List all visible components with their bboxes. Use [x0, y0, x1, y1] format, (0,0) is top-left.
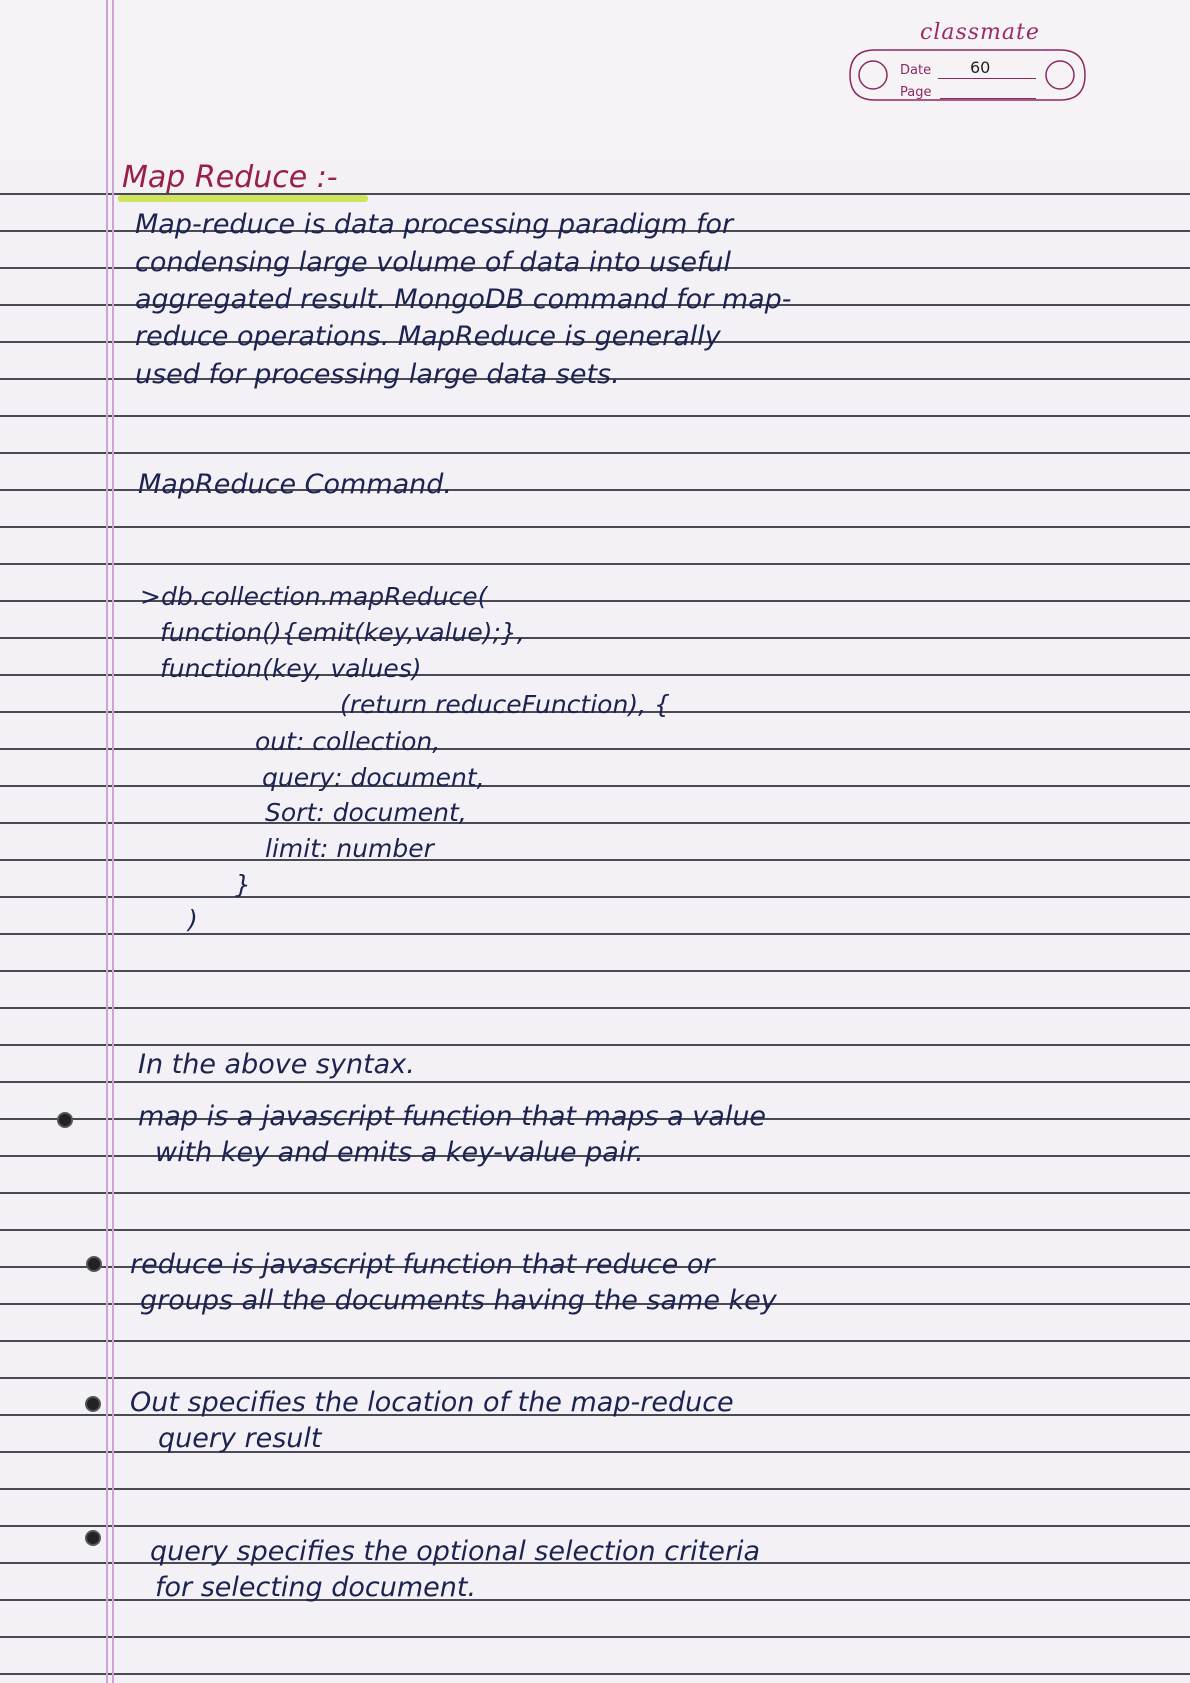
bullet-icon — [57, 1112, 73, 1128]
code-line: } — [235, 870, 251, 899]
intro-line: condensing large volume of data into use… — [135, 247, 732, 278]
date-value: 60 — [970, 58, 991, 77]
page-title: Map Reduce :- — [122, 160, 338, 195]
margin-line-inner — [112, 0, 114, 1683]
code-line: ) — [188, 905, 198, 934]
explanation-line: for selecting document. — [155, 1572, 477, 1603]
bullet-icon — [86, 1256, 102, 1272]
code-line: Sort: document, — [265, 798, 467, 827]
code-line: function(){emit(key,value);}, — [160, 618, 525, 647]
intro-line: Map-reduce is data processing paradigm f… — [135, 209, 734, 240]
date-label: Date — [900, 63, 932, 78]
explanation-line: query result — [158, 1423, 322, 1454]
code-line: limit: number — [265, 834, 434, 863]
date-rule — [938, 78, 1036, 79]
explanation-line: with key and emits a key-value pair. — [155, 1137, 644, 1168]
brand-logo: classmate — [920, 20, 1040, 45]
bullet-icon — [85, 1530, 101, 1546]
code-line: function(key, values) — [160, 654, 422, 683]
page-rule — [940, 98, 1036, 99]
code-line: >db.collection.mapReduce( — [140, 582, 488, 611]
explanation-heading: In the above syntax. — [138, 1049, 415, 1080]
intro-line: reduce operations. MapReduce is generall… — [135, 321, 721, 352]
title-highlight — [118, 195, 368, 202]
code-line: (return reduceFunction), { — [340, 690, 670, 719]
explanation-line: reduce is javascript function that reduc… — [130, 1249, 715, 1280]
date-page-box — [849, 49, 1086, 101]
subheading: MapReduce Command. — [138, 469, 452, 500]
margin-line — [106, 0, 108, 1683]
intro-line: used for processing large data sets. — [135, 359, 620, 390]
explanation-line: groups all the documents having the same… — [140, 1285, 777, 1316]
explanation-line: Out specifies the location of the map-re… — [130, 1387, 734, 1418]
explanation-line: map is a javascript function that maps a… — [138, 1101, 767, 1132]
page-label: Page — [900, 85, 932, 100]
code-line: out: collection, — [255, 727, 441, 756]
code-line: query: document, — [262, 763, 485, 792]
bullet-icon — [85, 1396, 101, 1412]
intro-line: aggregated result. MongoDB command for m… — [135, 284, 792, 315]
explanation-line: query specifies the optional selection c… — [150, 1536, 761, 1567]
